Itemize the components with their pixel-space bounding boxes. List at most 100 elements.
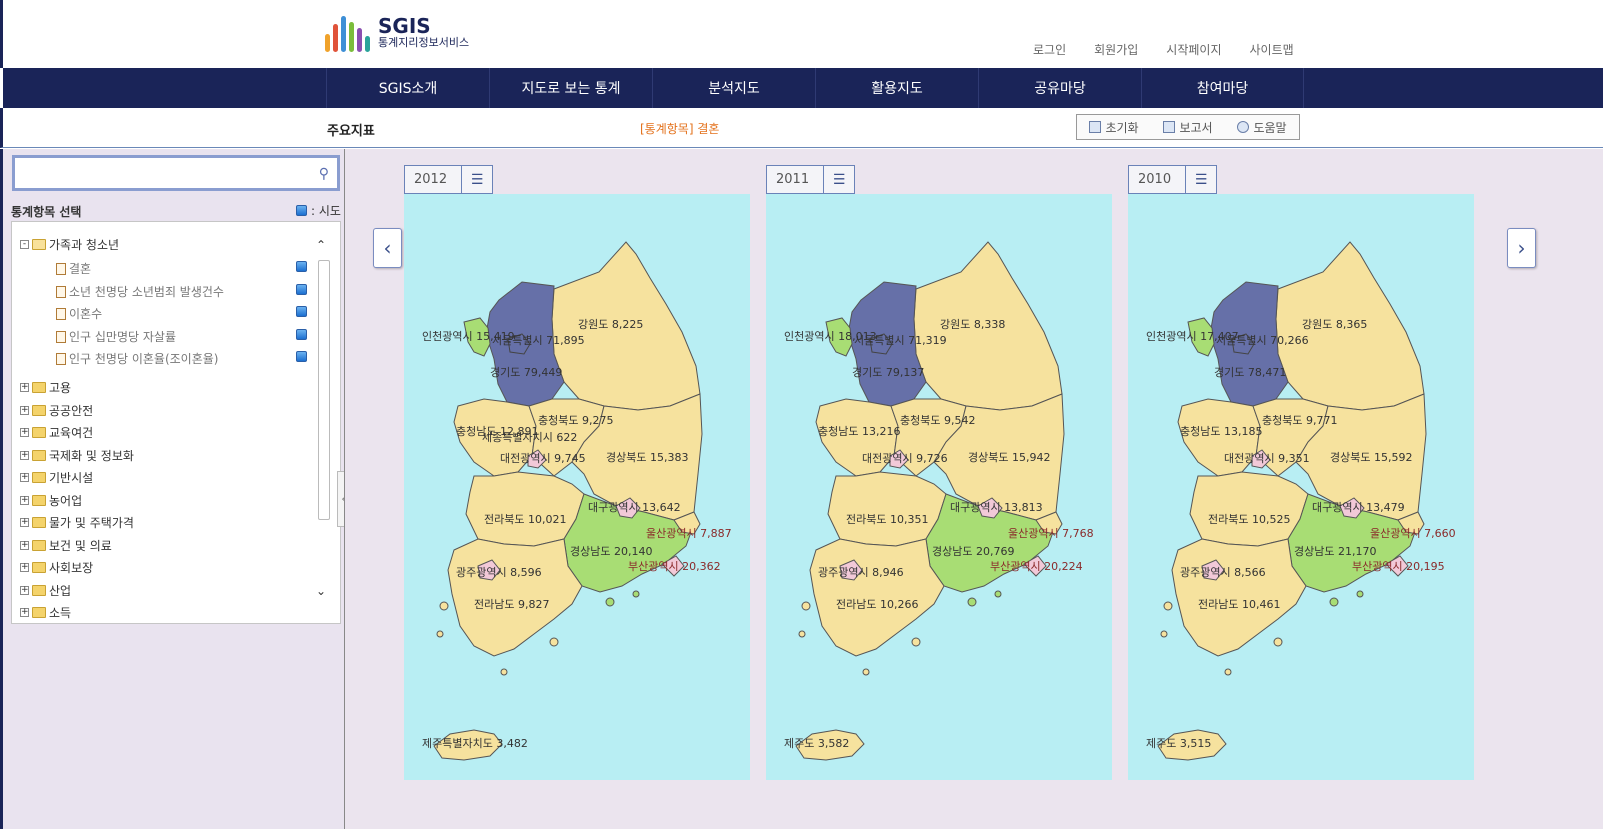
sgis-logo[interactable]: SGIS 통계지리정보서비스	[325, 14, 469, 52]
doc-icon	[56, 330, 66, 343]
signup-link[interactable]: 회원가입	[1094, 41, 1138, 58]
label-gyeonggi: 경기도 78,471	[1214, 366, 1286, 379]
reset-button[interactable]: 초기화	[1089, 119, 1139, 136]
expand-icon[interactable]: +	[20, 383, 29, 392]
expand-icon[interactable]: +	[20, 518, 29, 527]
tree-leaf-divorce-rate[interactable]: 인구 천명당 이혼율(조이혼율)	[56, 350, 218, 367]
tree-label: 교육여건	[49, 426, 94, 440]
sido-toggle-icon[interactable]	[296, 261, 307, 272]
prev-year-button[interactable]: ‹	[373, 228, 402, 268]
tree-node-income[interactable]: + 소득	[20, 604, 71, 621]
help-button[interactable]: 도움말	[1237, 119, 1287, 136]
expand-icon[interactable]: +	[20, 541, 29, 550]
year-label: 2011	[767, 166, 825, 193]
sido-toggle-icon[interactable]	[296, 329, 307, 340]
expand-icon[interactable]: +	[20, 451, 29, 460]
label-gyeongnam: 경상남도 20,769	[932, 545, 1014, 558]
sub-bar: 주요지표 [통계항목] 결혼 초기화 보고서 도움말	[0, 108, 1603, 148]
tree-label: 소득	[49, 606, 72, 620]
report-label: 보고서	[1179, 120, 1213, 135]
tree-node-safety[interactable]: + 공공안전	[20, 402, 93, 419]
search-icon[interactable]: ⚲	[319, 166, 329, 182]
sitemap-link[interactable]: 사이트맵	[1250, 41, 1294, 58]
nav-map-stats[interactable]: 지도로 보는 통계	[489, 68, 652, 108]
label-jeonbuk: 전라북도 10,351	[846, 513, 928, 526]
next-year-button[interactable]: ›	[1507, 228, 1536, 268]
label-busan: 부산광역시 20,224	[990, 560, 1083, 573]
nav-participate[interactable]: 참여마당	[1141, 68, 1304, 108]
label-gwangju: 광주광역시 8,566	[1180, 566, 1266, 579]
tree-label: 보건 및 의료	[49, 539, 112, 553]
doc-icon	[56, 352, 66, 365]
tree-node-agriculture[interactable]: + 농어업	[20, 492, 82, 509]
expand-icon[interactable]: +	[20, 496, 29, 505]
choropleth-map[interactable]: 강원도 8,338 인천광역시 18,013 서울특별시 71,319 경기도 …	[766, 194, 1112, 780]
tree-node-family[interactable]: - 가족과 청소년	[20, 236, 119, 253]
expand-icon[interactable]: +	[20, 428, 29, 437]
label-daegu: 대구광역시 13,642	[588, 501, 681, 514]
scroll-up-icon[interactable]: ⌃	[316, 238, 326, 252]
tree-leaf-divorce[interactable]: 이혼수	[56, 305, 102, 322]
folder-icon	[32, 585, 46, 596]
doc-icon	[56, 307, 66, 320]
year-tab[interactable]: 2010 ☰	[1128, 165, 1217, 194]
login-link[interactable]: 로그인	[1033, 41, 1066, 58]
label-jeonbuk: 전라북도 10,021	[484, 513, 566, 526]
map-svg[interactable]: 강원도 8,338 인천광역시 18,013 서울특별시 71,319 경기도 …	[766, 194, 1112, 780]
sido-toggle-icon[interactable]	[296, 284, 307, 295]
label-ulsan: 울산광역시 7,660	[1370, 527, 1456, 540]
nav-sgis-intro[interactable]: SGIS소개	[326, 68, 489, 108]
tree-scrollbar[interactable]	[318, 260, 330, 520]
tree-leaf-suicide[interactable]: 인구 십만명당 자살률	[56, 328, 176, 345]
expand-icon[interactable]: +	[20, 608, 29, 617]
sido-toggle-icon[interactable]	[296, 351, 307, 362]
map-area: ‹ › 2012 ☰ 강원도 8,225 인천광역시 15,419 서울특별시 …	[344, 149, 1603, 829]
report-button[interactable]: 보고서	[1163, 119, 1213, 136]
tree-label: 공공안전	[49, 404, 94, 418]
sido-toggle-icon[interactable]	[296, 306, 307, 317]
label-daejeon: 대전광역시 9,351	[1224, 452, 1310, 465]
nav-share[interactable]: 공유마당	[978, 68, 1141, 108]
tree-node-prices[interactable]: + 물가 및 주택가격	[20, 514, 134, 531]
tree-leaf-juvenile-crime[interactable]: 소년 천명당 소년범죄 발생건수	[56, 283, 224, 300]
choropleth-map[interactable]: 강원도 8,365 인천광역시 17,407 서울특별시 70,266 경기도 …	[1128, 194, 1474, 780]
year-tab[interactable]: 2011 ☰	[766, 165, 855, 194]
tree-node-infrastructure[interactable]: + 기반시설	[20, 469, 93, 486]
tree-node-health[interactable]: + 보건 및 의료	[20, 537, 112, 554]
map-svg[interactable]: 강원도 8,225 인천광역시 15,419 서울특별시 71,895 경기도 …	[404, 194, 750, 780]
year-tab[interactable]: 2012 ☰	[404, 165, 493, 194]
tree-node-international[interactable]: + 국제화 및 정보화	[20, 447, 134, 464]
list-icon[interactable]: ☰	[824, 172, 854, 188]
tree-label: 인구 십만명당 자살률	[69, 330, 176, 344]
label-daegu: 대구광역시 13,479	[1312, 501, 1405, 514]
list-icon[interactable]: ☰	[462, 172, 492, 188]
expand-icon[interactable]: +	[20, 586, 29, 595]
expand-icon[interactable]: +	[20, 406, 29, 415]
select-label: 통계항목 선택	[11, 205, 82, 219]
map-svg[interactable]: 강원도 8,365 인천광역시 17,407 서울특별시 70,266 경기도 …	[1128, 194, 1474, 780]
choropleth-map[interactable]: 강원도 8,225 인천광역시 15,419 서울특별시 71,895 경기도 …	[404, 194, 750, 780]
nav-analysis-map[interactable]: 분석지도	[652, 68, 815, 108]
collapse-icon[interactable]: -	[20, 240, 29, 249]
label-jeonbuk: 전라북도 10,525	[1208, 513, 1290, 526]
label-jeju: 제주도 3,582	[784, 737, 849, 750]
tree-label: 사회보장	[49, 561, 94, 575]
tree-node-education[interactable]: + 교육여건	[20, 424, 93, 441]
expand-icon[interactable]: +	[20, 473, 29, 482]
doc-icon	[56, 262, 66, 275]
tree-node-social-security[interactable]: + 사회보장	[20, 559, 93, 576]
startpage-link[interactable]: 시작페이지	[1166, 41, 1221, 58]
nav-utility-map[interactable]: 활용지도	[815, 68, 978, 108]
reset-label: 초기화	[1105, 120, 1139, 135]
open-folder-icon	[32, 239, 46, 250]
list-icon[interactable]: ☰	[1186, 172, 1216, 188]
tree-node-industry[interactable]: + 산업	[20, 582, 71, 599]
tree-label: 소년 천명당 소년범죄 발생건수	[69, 285, 224, 299]
tree-node-employment[interactable]: + 고용	[20, 379, 71, 396]
expand-icon[interactable]: +	[20, 563, 29, 572]
label-seoul: 서울특별시 71,895	[492, 334, 585, 347]
tree-leaf-marriage[interactable]: 결혼	[56, 260, 91, 277]
scroll-down-icon[interactable]: ⌄	[316, 584, 326, 598]
search-input[interactable]	[15, 158, 295, 188]
folder-icon	[32, 427, 46, 438]
